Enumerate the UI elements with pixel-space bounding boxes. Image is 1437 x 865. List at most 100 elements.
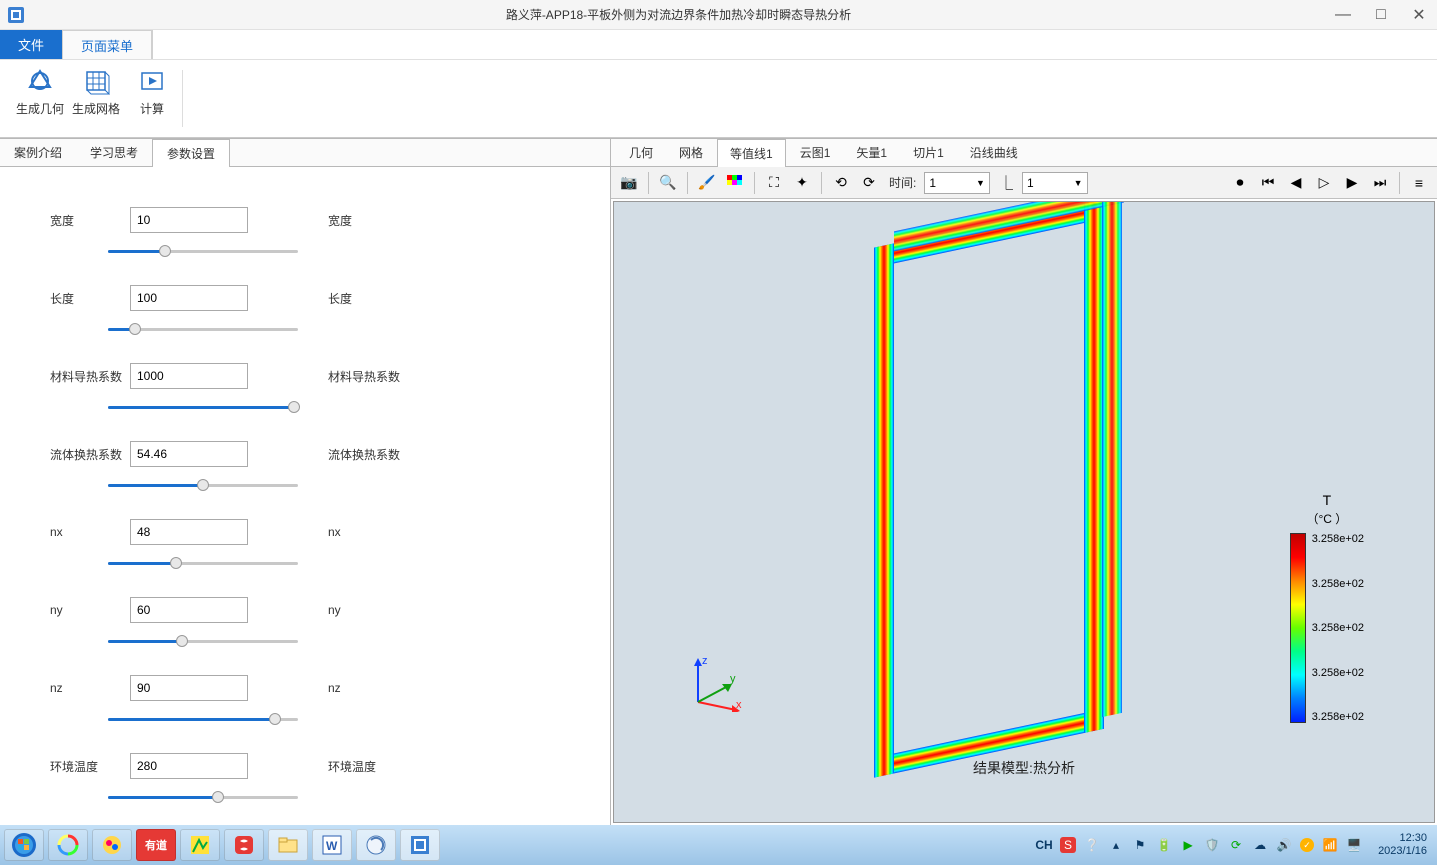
right-tab-6[interactable]: 沿线曲线 [958,139,1030,166]
tray-wifi-icon[interactable]: 📶 [1322,837,1338,853]
zoom-icon[interactable]: 🔍 [656,171,680,195]
fit-icon[interactable]: ⛶ [762,171,786,195]
colorbar-gradient [1290,533,1306,723]
param-input-7[interactable] [130,753,248,779]
tray-flag-icon[interactable]: ⚑ [1132,837,1148,853]
taskbar-app-1[interactable] [48,829,88,861]
ribbon-generate-geometry[interactable]: 生成几何 [12,66,68,131]
param-slider-1[interactable] [108,321,298,337]
param-slider-0[interactable] [108,243,298,259]
tray-help-icon[interactable]: ❔ [1084,837,1100,853]
param-input-4[interactable] [130,519,248,545]
colorbar-label-1: 3.258e+02 [1312,578,1364,590]
tray-pc-icon[interactable]: 🖥️ [1346,837,1362,853]
param-input-2[interactable] [130,363,248,389]
taskbar-date: 2023/1/16 [1378,845,1427,858]
menu-divider [152,30,153,59]
tray-sogou-icon[interactable]: S [1060,837,1076,853]
taskbar[interactable]: 有道 W CH S ❔ ▴ ⚑ 🔋 ▶ 🛡️ ⟳ ☁ 🔊 ✓ 📶 🖥️ 12:3… [0,825,1437,865]
colorbar-subtitle: （°C ） [1290,510,1364,527]
tray-battery-icon[interactable]: 🔋 [1156,837,1172,853]
time-combo-2[interactable]: 1▼ [1022,172,1088,194]
right-tab-2[interactable]: 等值线1 [717,139,786,167]
taskbar-app-5[interactable] [224,829,264,861]
taskbar-app-browser[interactable] [356,829,396,861]
right-tab-3[interactable]: 云图1 [788,139,843,166]
taskbar-app-3[interactable]: 有道 [136,829,176,861]
tray-360-icon[interactable]: ✓ [1300,838,1314,852]
param-extra-label: 流体换热系数 [328,446,400,463]
camera-icon[interactable]: 📷 [617,171,641,195]
right-tab-5[interactable]: 切片1 [901,139,956,166]
tray-shield-icon[interactable]: 🛡️ [1204,837,1220,853]
compute-icon [137,66,167,96]
param-input-5[interactable] [130,597,248,623]
skip-end-icon[interactable]: ⏭ [1368,171,1392,195]
menu-icon[interactable]: ≡ [1407,171,1431,195]
right-tab-4[interactable]: 矢量1 [844,139,899,166]
taskbar-app-4[interactable] [180,829,220,861]
color-cube-icon[interactable] [723,171,747,195]
param-slider-7[interactable] [108,789,298,805]
axes-icon[interactable]: ✦ [790,171,814,195]
result-model [874,201,1134,778]
param-slider-5[interactable] [108,633,298,649]
tray-lang[interactable]: CH [1036,837,1052,853]
param-input-3[interactable] [130,441,248,467]
close-button[interactable]: ✕ [1409,5,1429,25]
ribbon-generate-mesh[interactable]: 生成网格 [68,66,124,131]
skip-start-icon[interactable]: ⏮ [1256,171,1280,195]
left-tab-params[interactable]: 参数设置 [152,139,230,167]
minimize-button[interactable]: — [1333,5,1353,25]
tray-volume-icon[interactable]: 🔊 [1276,837,1292,853]
axis-y-label: y [730,673,736,685]
taskbar-app-2[interactable] [92,829,132,861]
time-label: 时间: [889,174,916,191]
rotate-cw-icon[interactable]: ⟳ [857,171,881,195]
tray-chevron-icon[interactable]: ▴ [1108,837,1124,853]
colorbar-title: T [1290,492,1364,508]
play-icon[interactable]: ▷ [1312,171,1336,195]
param-slider-3[interactable] [108,477,298,493]
taskbar-app-word[interactable]: W [312,829,352,861]
param-input-6[interactable] [130,675,248,701]
rotate-ccw-icon[interactable]: ⟲ [829,171,853,195]
param-extra-label: 长度 [328,290,352,307]
left-tab-study[interactable]: 学习思考 [76,139,152,166]
right-tab-0[interactable]: 几何 [617,139,665,166]
next-frame-icon[interactable]: ▶ [1340,171,1364,195]
menu-pagemenu[interactable]: 页面菜单 [62,30,152,59]
param-extra-label: nx [328,525,341,539]
param-slider-6[interactable] [108,711,298,727]
tray-sync-icon[interactable]: ⟳ [1228,837,1244,853]
left-tab-intro[interactable]: 案例介绍 [0,139,76,166]
viewport-3d[interactable]: z x y 结果模型:热分析 T （°C ） 3.258e+023.258e+0… [613,201,1435,823]
param-slider-2[interactable] [108,399,298,415]
colorbar-label-2: 3.258e+02 [1312,622,1364,634]
ribbon-label: 生成几何 [16,100,64,117]
param-label: 流体换热系数 [50,446,130,463]
tray-play-icon[interactable]: ▶ [1180,837,1196,853]
brush-icon[interactable]: 🖌️ [695,171,719,195]
taskbar-app-current[interactable] [400,829,440,861]
ribbon-compute[interactable]: 计算 [124,66,180,131]
param-input-0[interactable] [130,207,248,233]
taskbar-clock[interactable]: 12:30 2023/1/16 [1378,832,1433,858]
start-button[interactable] [4,829,44,861]
maximize-button[interactable]: □ [1371,5,1391,25]
geometry-icon [25,66,55,96]
param-label: 宽度 [50,212,130,229]
prev-frame-icon[interactable]: ◀ [1284,171,1308,195]
axis-x-label: x [736,699,742,711]
taskbar-app-explorer[interactable] [268,829,308,861]
param-input-1[interactable] [130,285,248,311]
tray-cloud-icon[interactable]: ☁ [1252,837,1268,853]
axis-z-label: z [702,655,708,667]
param-slider-4[interactable] [108,555,298,571]
range-icon[interactable]: ⎿ [994,171,1018,195]
time-combo-1[interactable]: 1▼ [924,172,990,194]
menu-file[interactable]: 文件 [0,30,62,59]
param-extra-label: 材料导热系数 [328,368,400,385]
record-icon[interactable]: ⏺ [1228,171,1252,195]
right-tab-1[interactable]: 网格 [667,139,715,166]
